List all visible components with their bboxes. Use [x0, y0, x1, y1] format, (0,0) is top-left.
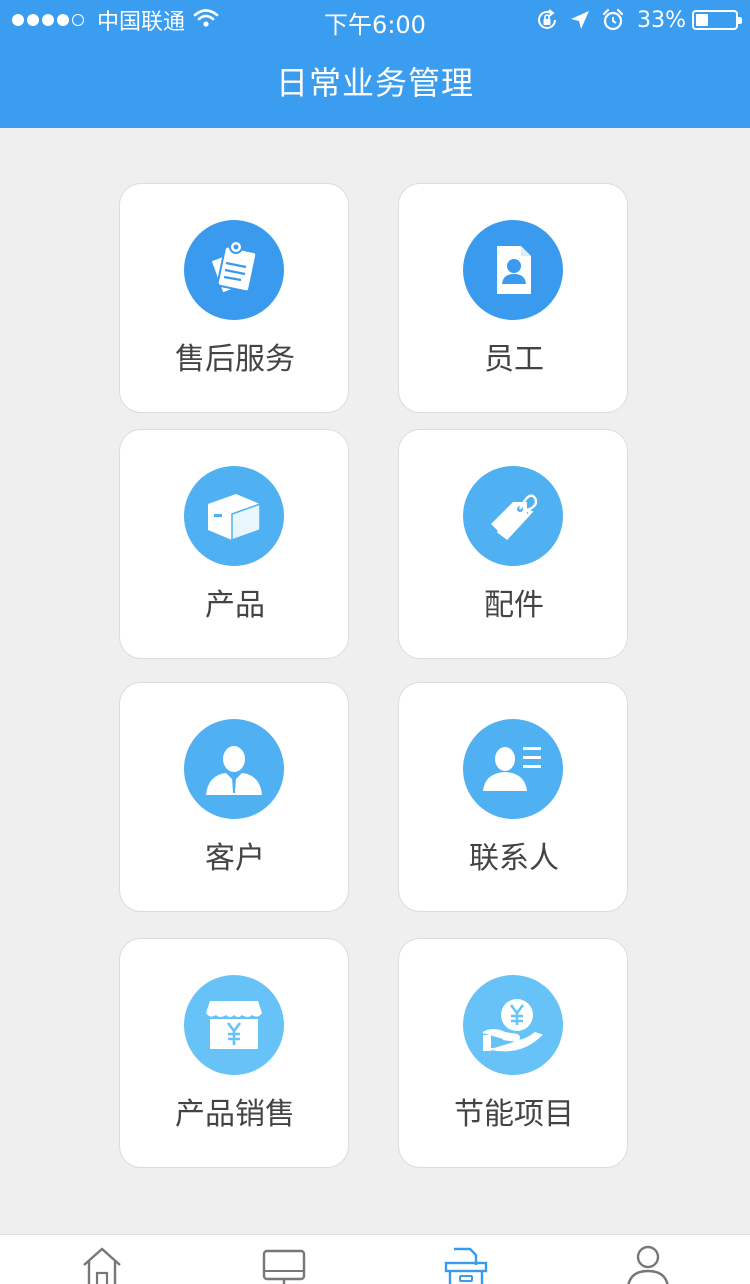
battery-icon: [692, 10, 742, 30]
menu-tile-after-sales[interactable]: 售后服务: [119, 183, 349, 413]
menu-label: 产品: [205, 588, 265, 623]
files-icon: [442, 1243, 490, 1284]
menu-grid: 售后服务 员工 产品 配件 客户 联系人 产品销售 节能项目: [0, 128, 750, 1234]
page-title: 日常业务管理: [275, 64, 474, 102]
product-box-icon: [184, 466, 284, 566]
battery-percent: 33%: [637, 7, 686, 33]
menu-label: 客户: [205, 841, 265, 876]
location-arrow-icon: [569, 9, 591, 31]
menu-label: 节能项目: [454, 1097, 574, 1132]
menu-label: 配件: [484, 588, 544, 623]
tab-files[interactable]: [436, 1243, 496, 1284]
menu-tile-product-sales[interactable]: 产品销售: [119, 938, 349, 1168]
profile-icon: [624, 1243, 672, 1284]
hand-yen-coin-icon: [463, 975, 563, 1075]
customer-person-icon: [184, 719, 284, 819]
tab-profile[interactable]: [618, 1243, 678, 1284]
status-right: 33%: [525, 6, 742, 34]
rotation-lock-icon: [535, 8, 559, 32]
menu-tile-accessories[interactable]: 配件: [398, 429, 628, 659]
menu-tile-customers[interactable]: 客户: [119, 682, 349, 912]
nav-bar: 日常业务管理: [0, 40, 750, 128]
accessory-tag-icon: [463, 466, 563, 566]
menu-label: 售后服务: [175, 342, 295, 377]
menu-tile-employees[interactable]: 员工: [398, 183, 628, 413]
menu-label: 员工: [484, 342, 544, 377]
alarm-icon: [601, 8, 625, 32]
monitor-icon: [260, 1243, 308, 1284]
contact-card-icon: [463, 719, 563, 819]
menu-tile-energy-projects[interactable]: 节能项目: [398, 938, 628, 1168]
menu-label: 产品销售: [175, 1097, 295, 1132]
menu-label: 联系人: [469, 841, 559, 876]
menu-tile-products[interactable]: 产品: [119, 429, 349, 659]
tab-bar: [0, 1234, 750, 1284]
home-icon: [78, 1243, 126, 1284]
tab-home[interactable]: [72, 1243, 132, 1284]
shop-yen-icon: [184, 975, 284, 1075]
clipboard-notes-icon: [184, 220, 284, 320]
tab-monitor[interactable]: [254, 1243, 314, 1284]
status-bar: 中国联通 下午6:00 33%: [0, 0, 750, 40]
menu-tile-contacts[interactable]: 联系人: [398, 682, 628, 912]
employee-badge-icon: [463, 220, 563, 320]
